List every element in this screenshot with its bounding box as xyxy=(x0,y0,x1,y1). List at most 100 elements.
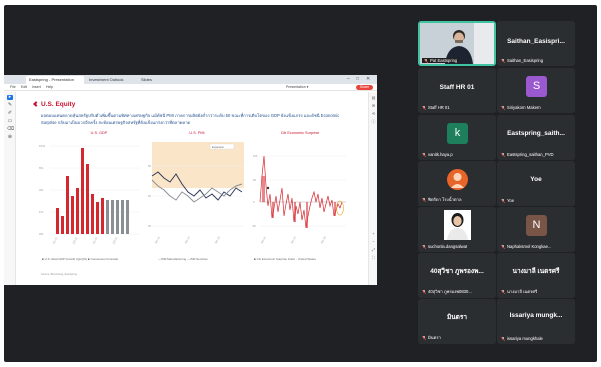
participant-label: Saithan_Easispring xyxy=(501,58,543,63)
svg-text:Jan-23: Jan-23 xyxy=(213,235,221,244)
participant-label: 40สุวิชา ภูพรองพ0830... xyxy=(422,288,472,295)
zoom-out-icon[interactable]: − xyxy=(371,240,376,244)
shape-tool-icon[interactable]: ▭ xyxy=(7,119,13,124)
participant-tile-yoe[interactable]: Yoe Yoe xyxy=(497,161,575,206)
participant-label: Eastspring_saithan_PVD xyxy=(501,152,554,157)
participant-label: suchonla.dangsalwat xyxy=(422,244,467,249)
brush-tool-icon[interactable]: ✐ xyxy=(7,111,13,116)
participant-display-name: Saithan_Easispri... xyxy=(507,38,565,45)
participant-display-name: Eastspring_saith... xyxy=(507,130,565,137)
mic-muted-icon xyxy=(422,244,427,249)
participant-display-name: นางมาลี เนตรศรี xyxy=(512,268,560,275)
mic-muted-icon xyxy=(501,198,506,203)
profile-photo xyxy=(444,210,471,240)
mic-muted-icon xyxy=(422,152,427,157)
menu-help[interactable]: Help xyxy=(46,84,53,91)
participant-display-name: มินตรา xyxy=(446,314,468,321)
participant-display-name: Issariya mungk... xyxy=(509,312,563,319)
svg-text:50: 50 xyxy=(253,178,256,182)
pen-tool-icon[interactable]: ✎ xyxy=(7,103,13,108)
participant-tile-naphaksmol[interactable]: N Naphaksmol Kongkae... xyxy=(497,207,575,252)
minimize-icon[interactable]: – xyxy=(347,75,350,84)
fullscreen-icon[interactable]: ⛶ xyxy=(371,256,376,260)
svg-text:45: 45 xyxy=(148,224,151,228)
slide-title: U.S. Equity xyxy=(41,101,76,108)
eraser-tool-icon[interactable]: ⌫ xyxy=(7,127,14,132)
svg-text:0: 0 xyxy=(253,200,255,204)
shared-screen: Eastspring - Presentation Investment Out… xyxy=(4,75,377,285)
surprise-chart: 100 50 0 -50 Jan-21 Jan-22 Jan-23 xyxy=(252,154,346,245)
menu-file[interactable]: File xyxy=(10,84,16,91)
participant-tile-suchonla[interactable]: suchonla.dangsalwat xyxy=(418,207,496,252)
participant-tile-eastspring-pvd[interactable]: Eastspring_saith... Eastspring_saithan_P… xyxy=(497,115,575,160)
surprise-legend: ■ Citi Economic Surprise Index - United … xyxy=(254,257,316,261)
surprise-chart-title: Citi Economic Surprise xyxy=(280,131,320,135)
history-icon[interactable]: ⟲ xyxy=(371,112,376,116)
tab-slides[interactable]: Slides xyxy=(138,76,168,84)
participant-label: ฟิตรัดา โรงน้ำตาล xyxy=(422,196,462,203)
fit-icon[interactable]: ⤢ xyxy=(371,248,376,252)
mic-muted-icon xyxy=(501,58,506,63)
share-button[interactable]: Share xyxy=(356,85,373,90)
profile-photo-icon xyxy=(444,210,471,240)
pmi-chart: Expansion 55 50 45 Jan-21 Jan-22 Jan-23 xyxy=(148,142,244,245)
participant-label: Staff HR 01 xyxy=(422,105,450,110)
participant-tile-siriyakorn[interactable]: S Siriyakorn Makern xyxy=(497,68,575,113)
tab-presentation[interactable]: Eastspring - Presentation xyxy=(26,76,84,84)
svg-text:3%: 3% xyxy=(39,188,44,192)
svg-text:Jan-23: Jan-23 xyxy=(319,235,327,244)
user-silhouette-icon xyxy=(451,173,464,188)
select-tool-icon[interactable]: ▸ xyxy=(7,95,13,100)
mic-muted-icon xyxy=(422,335,427,340)
avatar: k xyxy=(447,123,468,144)
present-dropdown[interactable]: Presentation ▾ xyxy=(286,84,308,91)
mic-muted-icon xyxy=(501,105,506,110)
mic-muted-icon xyxy=(422,289,427,294)
tab-outlook[interactable]: Investment Outlook xyxy=(86,76,136,84)
zoom-tool-icon[interactable]: ⊕ xyxy=(7,135,13,140)
participant-tile-pat[interactable]: Pat Eastspring xyxy=(418,21,496,66)
svg-text:Jan-22: Jan-22 xyxy=(183,235,191,244)
browser-tab-bar: Eastspring - Presentation Investment Out… xyxy=(4,75,377,84)
svg-text:Q1-22: Q1-22 xyxy=(91,236,98,245)
participant-label: Naphaksmol Kongkae... xyxy=(501,244,551,249)
participant-label: นางมาลี เนตรศรี xyxy=(501,288,537,295)
svg-text:Q1-21: Q1-21 xyxy=(51,236,58,245)
pmi-chart-title: U.S. PMI xyxy=(189,131,205,135)
participant-display-name: Yoe xyxy=(530,176,542,183)
participant-tile-staffhr[interactable]: Staff HR 01 Staff HR 01 xyxy=(418,68,496,113)
svg-text:10%: 10% xyxy=(39,144,45,148)
participant-tile-issariya[interactable]: Issariya mungk... issariya mungkhale xyxy=(497,299,575,344)
menu-insert[interactable]: Insert xyxy=(32,84,41,91)
participant-tile-suwicha[interactable]: 40สุวิชา ภูพรองพ... 40สุวิชา ภูพรองพ0830… xyxy=(418,253,496,298)
participant-tile-vanitk[interactable]: k vanitk.haya.p xyxy=(418,115,496,160)
menu-edit[interactable]: Edit xyxy=(21,84,27,91)
svg-text:Jan-22: Jan-22 xyxy=(289,235,297,244)
left-toolbar: ▸ ✎ ✐ ▭ ⌫ ⊕ xyxy=(4,92,16,285)
svg-text:Q3-21: Q3-21 xyxy=(71,236,78,245)
avatar: S xyxy=(526,76,547,97)
participant-label: มินตรา xyxy=(422,334,441,341)
gdp-chart-title: U.S. GDP xyxy=(90,131,108,135)
participant-tile-photo-orange[interactable]: ฟิตรัดา โรงน้ำตาล xyxy=(418,161,496,206)
svg-text:-50: -50 xyxy=(252,224,256,228)
close-icon[interactable]: ✕ xyxy=(366,75,370,84)
avatar: N xyxy=(526,215,547,236)
participant-tile-saithan[interactable]: Saithan_Easispri... Saithan_Easispring xyxy=(497,21,575,66)
mic-muted-icon xyxy=(501,336,506,341)
participant-label: vanitk.haya.p xyxy=(422,152,453,157)
participant-label: issariya mungkhale xyxy=(501,336,543,341)
app-toolbar: File Edit Insert Help Presentation ▾ Sha… xyxy=(4,84,377,91)
svg-text:Jan-21: Jan-21 xyxy=(153,235,161,244)
maximize-icon[interactable]: □ xyxy=(356,75,359,84)
participant-tile-malee[interactable]: นางมาลี เนตรศรี นางมาลี เนตรศรี xyxy=(497,253,575,298)
comments-icon[interactable]: ✉ xyxy=(371,104,376,108)
svg-text:1%: 1% xyxy=(39,210,44,214)
zoom-in-icon[interactable]: + xyxy=(371,232,376,236)
svg-text:Jan-21: Jan-21 xyxy=(259,235,267,244)
participant-tile-mintra[interactable]: มินตรา มินตรา xyxy=(418,299,496,344)
slides-panel-icon[interactable]: ▤ xyxy=(371,96,376,100)
gdp-chart: 10% 6% 3% 1% 0% Q1-21 Q3-21 Q1-22 Q3-22 xyxy=(39,144,140,245)
info-icon[interactable]: ⓘ xyxy=(371,120,376,124)
slide-logo-icon xyxy=(33,101,39,107)
